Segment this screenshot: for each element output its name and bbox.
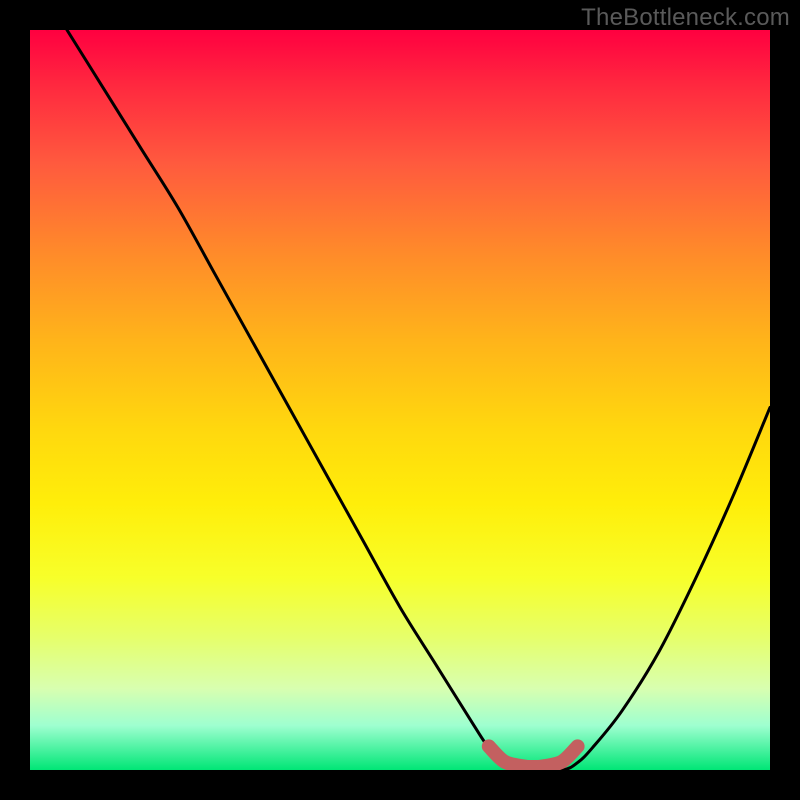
chart-frame: TheBottleneck.com: [0, 0, 800, 800]
watermark-text: TheBottleneck.com: [581, 4, 790, 32]
optimal-range-hump: [489, 746, 578, 767]
bottleneck-curve-path: [67, 30, 770, 770]
plot-area: [30, 30, 770, 770]
chart-svg: [30, 30, 770, 770]
